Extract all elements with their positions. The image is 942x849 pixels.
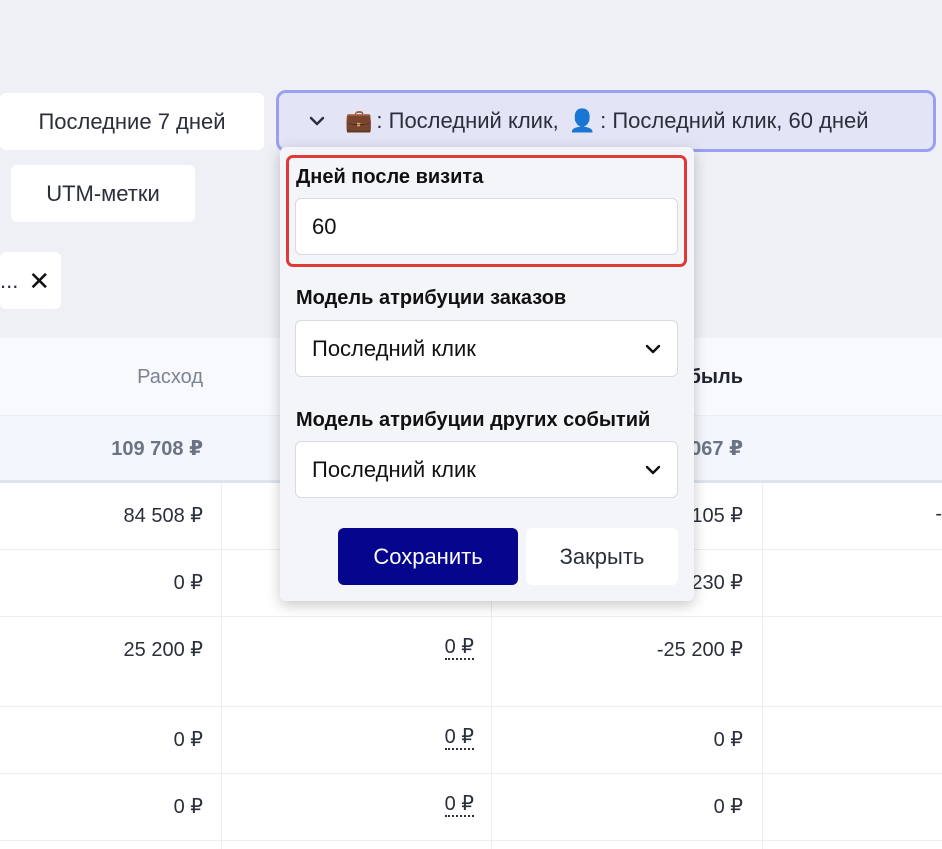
table-row: 0 ₽ 0 ₽ 0 ₽ [0,707,942,774]
row-expense: 0 ₽ [173,796,203,818]
events-model-label: Модель атрибуции других событий [296,409,651,431]
filter-chip[interactable]: ... ✕ [0,252,61,309]
orders-model-value: Последний клик [312,335,476,361]
row-col2-value[interactable]: 0 ₽ [444,637,474,660]
header-expense[interactable]: Расход [0,338,203,415]
row-profit: 0 ₽ [713,729,743,751]
events-attribution-text: : Последний клик, 60 дней [600,108,869,133]
row-col2-link[interactable]: 0 ₽ [221,774,474,840]
orders-model-label: Модель атрибуции заказов [296,287,567,309]
row-profit: 0 ₽ [713,796,743,818]
close-icon[interactable]: ✕ [28,268,50,294]
row-col2-link[interactable]: 0 ₽ [221,617,474,706]
close-button[interactable]: Закрыть [526,528,678,585]
row-expense: 25 200 ₽ [123,639,203,661]
utm-tags-button[interactable]: UTM-метки [11,165,195,222]
attribution-settings-button[interactable]: 💼 : Последний клик, 👤 : Последний клик, … [276,90,936,152]
chevron-down-icon [645,344,661,354]
row-expense: 84 508 ₽ [123,505,203,527]
row-col2-link[interactable]: 0 ₽ [221,707,474,773]
save-button[interactable]: Сохранить [338,528,518,585]
row-profit: -25 200 ₽ [656,639,743,661]
events-model-select[interactable]: Последний клик [295,441,678,498]
events-model-value: Последний клик [312,456,476,482]
briefcase-icon: 💼 [345,108,373,133]
person-icon: 👤 [568,108,597,133]
total-expense: 109 708 ₽ [111,438,203,460]
orders-attribution-text: : Последний клик, [376,108,559,133]
chevron-down-icon [645,465,661,475]
period-selector-button[interactable]: Последние 7 дней [0,93,264,150]
row-col4: - [935,503,942,525]
orders-model-select[interactable]: Последний клик [295,320,678,377]
row-expense: 0 ₽ [173,729,203,751]
row-col2-value[interactable]: 0 ₽ [444,794,474,817]
utm-label: UTM-метки [46,180,160,206]
days-after-visit-input[interactable] [295,198,678,255]
row-expense: 0 ₽ [173,572,203,594]
table-row: 0 ₽ 0 ₽ 0 ₽ [0,774,942,841]
row-col2-value[interactable]: 0 ₽ [444,727,474,750]
filter-chip-label: ... [0,267,19,293]
table-row: 25 200 ₽ 0 ₽ -25 200 ₽ [0,617,942,707]
days-after-visit-label: Дней после визита [296,166,484,188]
period-label: Последние 7 дней [38,108,226,134]
chevron-down-icon [309,116,325,126]
